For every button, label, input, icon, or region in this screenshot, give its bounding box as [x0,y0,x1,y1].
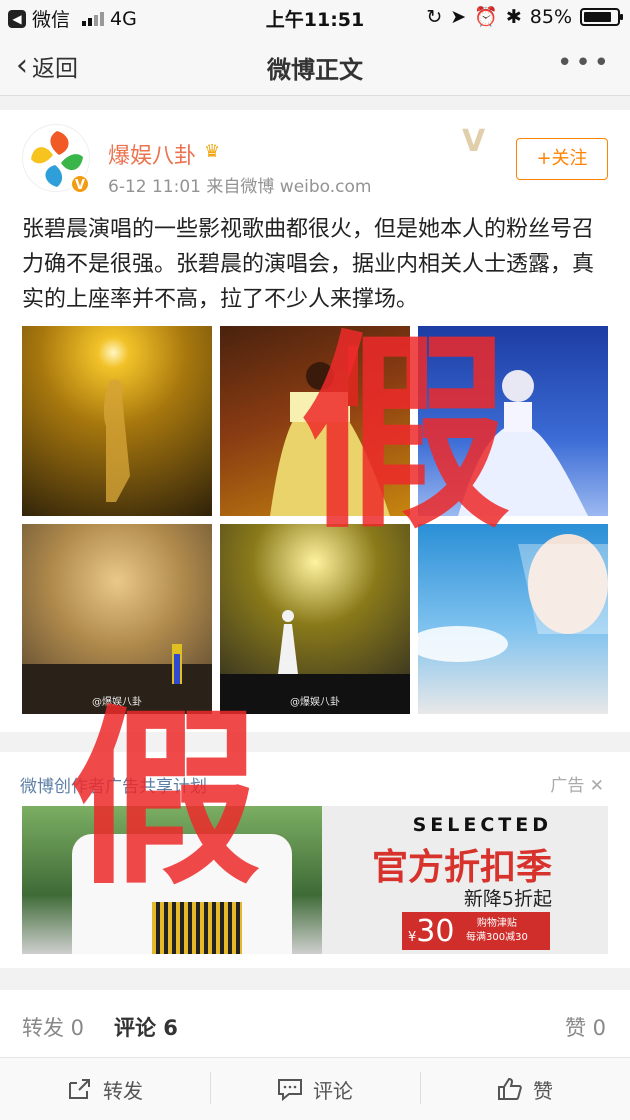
alarm-icon: ⏰ [474,6,498,28]
location-icon: ➤ [450,5,467,28]
post-meta: 6-12 11:01 来自微博 weibo.com [108,177,372,197]
bluetooth-icon: ✱ [505,5,522,28]
post-text: 张碧晨演唱的一些影视歌曲都很火，但是她本人的粉丝号召力确不是很强。张碧晨的演唱会… [22,217,595,312]
stage-scene [22,644,212,714]
repost-button[interactable]: 转发 [0,1058,210,1120]
post-photo[interactable] [22,326,212,516]
comment-label: 评论 [313,1078,353,1103]
like-count-tab[interactable]: 赞 0 [565,1012,606,1042]
fake-stamp: 假 [300,312,511,557]
close-icon[interactable]: ✕ [590,776,604,796]
photo-watermark: @爆娱八卦 [290,697,340,708]
more-icon[interactable]: ••• [557,48,612,78]
share-icon [69,1079,90,1099]
coupon-amount: ¥30 [408,913,455,949]
page-title: 微博正文 [267,56,363,84]
action-bar: 转发 评论 赞 [0,1058,630,1120]
repost-count-tab[interactable]: 转发 0 [22,1012,84,1042]
comment-count-tab[interactable]: 评论 6 [114,1012,178,1042]
ad-label: 广告 [550,776,585,796]
status-bar: ◀ 微信 4G 上午11:51 ↻ ➤ ⏰ ✱ 85% [0,0,630,34]
like-label: 赞 [533,1078,553,1103]
battery-percent: 85% [529,5,572,28]
watermark-logo: V [462,124,486,159]
lock-rotation-icon: ↻ [426,5,443,28]
nav-bar: ‹ 返回 微博正文 ••• [0,34,630,96]
verified-badge-icon: V [70,174,90,194]
vip-crown-icon: ♛ [204,141,221,162]
author-name[interactable]: 爆娱八卦 [108,138,196,170]
follow-button[interactable]: +关注 [516,138,608,180]
post-photo[interactable]: @爆娱八卦 [22,524,212,714]
battery-icon [580,7,623,26]
ad-headline: 官方折扣季 [371,847,552,888]
ad-brand: SELECTED [412,814,552,836]
ad-tag[interactable]: 广告 ✕ [550,771,604,796]
like-button[interactable]: 赞 [420,1058,630,1120]
singer-figure [103,379,130,502]
fake-stamp: 假 [70,689,261,910]
thumbs-up-icon [498,1077,522,1100]
coupon-info: 购物津贴 每满300减30 [466,918,528,943]
ad-subline: 新降5折起 [463,888,552,910]
repost-label: 转发 [103,1078,143,1103]
stats-row: 转发 0 评论 6 赞 0 [0,990,630,1058]
comment-button[interactable]: 评论 [210,1058,420,1120]
comment-icon [278,1079,302,1101]
coupon-badge: ¥30 购物津贴 每满300减30 [402,912,550,950]
